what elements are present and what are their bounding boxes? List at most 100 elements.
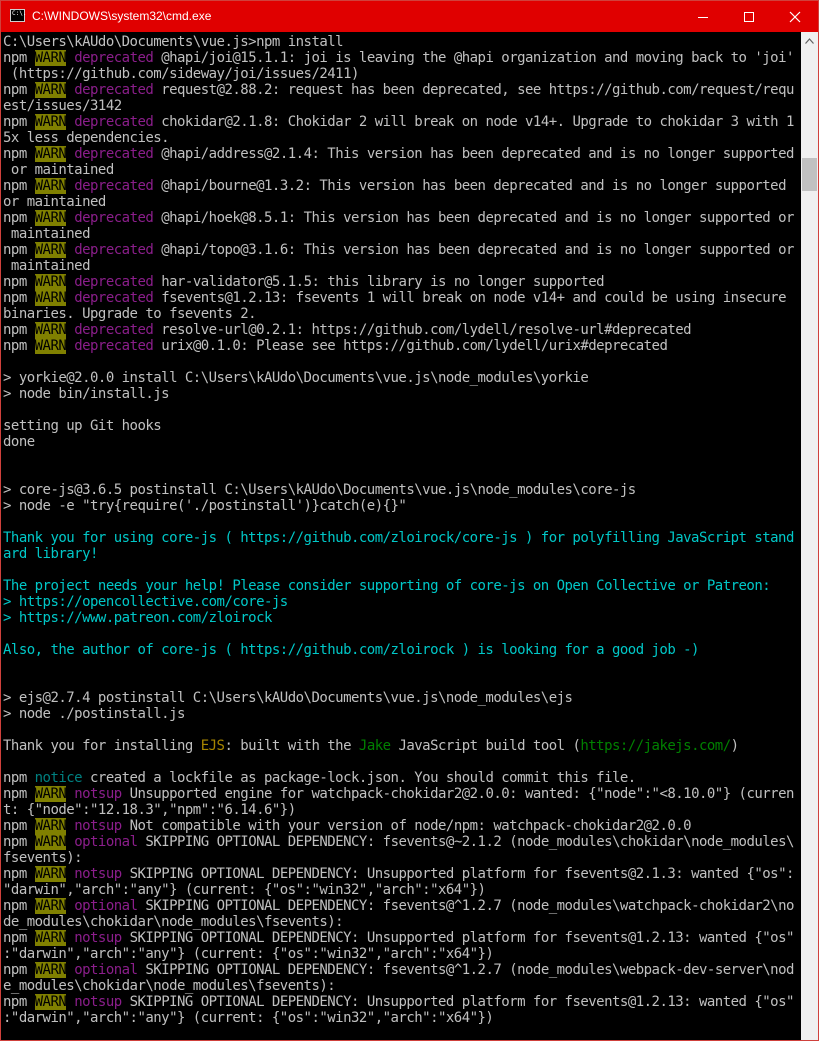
console-text: > node bin/install.js bbox=[3, 386, 170, 402]
console-text: > https://opencollective.com/core-js bbox=[3, 594, 288, 610]
console-line: npm WARN optional SKIPPING OPTIONAL DEPE… bbox=[3, 834, 794, 850]
warn-badge: WARN bbox=[34, 834, 67, 850]
console-text: maintained bbox=[3, 226, 91, 242]
console-text: @hapi/topo@3.1.6: This version has been … bbox=[153, 242, 794, 258]
console-line: npm WARN deprecated request@2.88.2: requ… bbox=[3, 82, 794, 98]
warn-badge: WARN bbox=[34, 338, 67, 354]
console-line: setting up Git hooks bbox=[3, 418, 162, 434]
console-line: npm WARN optional SKIPPING OPTIONAL DEPE… bbox=[3, 898, 794, 914]
console-text: fsevents): bbox=[3, 850, 83, 866]
scroll-up-button[interactable] bbox=[801, 32, 818, 49]
console-text: deprecated bbox=[74, 242, 154, 258]
maximize-button[interactable] bbox=[726, 1, 772, 32]
console-text: EJS bbox=[200, 738, 225, 754]
console-line: t: {"node":"12.18.3","npm":"6.14.6"}) bbox=[3, 802, 296, 818]
console-text: deprecated bbox=[74, 50, 154, 66]
console-text: deprecated bbox=[74, 146, 154, 162]
vertical-scrollbar[interactable] bbox=[801, 32, 818, 1040]
console-text: chokidar@2.1.8: Chokidar 2 will break on… bbox=[153, 114, 794, 130]
console-line: npm WARN notsup SKIPPING OPTIONAL DEPEND… bbox=[3, 930, 794, 946]
console-text: Also, the author of core-js ( https://gi… bbox=[3, 642, 699, 658]
console-text: Thank you for installing bbox=[3, 738, 201, 754]
close-button[interactable] bbox=[772, 1, 818, 32]
console-line: npm WARN notsup SKIPPING OPTIONAL DEPEND… bbox=[3, 866, 794, 882]
console-text: > core-js@3.6.5 postinstall C:\Users\kAU… bbox=[3, 482, 636, 498]
warn-badge: WARN bbox=[34, 818, 67, 834]
console-text: binaries. Upgrade to fsevents 2. bbox=[3, 306, 257, 322]
warn-badge: WARN bbox=[34, 242, 67, 258]
console-line: Thank you for installing EJS: built with… bbox=[3, 738, 739, 754]
console-text: npm bbox=[3, 786, 35, 802]
minimize-button[interactable] bbox=[680, 1, 726, 32]
console-line: or maintained bbox=[3, 194, 106, 210]
console-line: :"darwin","arch":"any"} (current: {"os":… bbox=[3, 946, 494, 962]
console-text: npm bbox=[3, 50, 35, 66]
console-text: notsup bbox=[74, 866, 122, 882]
console-text: @hapi/address@2.1.4: This version has be… bbox=[153, 146, 794, 162]
console-text: notsup bbox=[74, 994, 122, 1010]
console-text: (https://github.com/sideway/joi/issues/2… bbox=[3, 66, 360, 82]
console-line: binaries. Upgrade to fsevents 2. bbox=[3, 306, 257, 322]
console-text: > yorkie@2.0.0 install C:\Users\kAUdo\Do… bbox=[3, 370, 589, 386]
console-line: npm WARN notsup SKIPPING OPTIONAL DEPEND… bbox=[3, 994, 794, 1010]
console-text: Thank you for using core-js ( https://gi… bbox=[3, 530, 794, 546]
console-text: > https://www.patreon.com/zloirock bbox=[3, 610, 272, 626]
warn-badge: WARN bbox=[34, 178, 67, 194]
console-text: SKIPPING OPTIONAL DEPENDENCY: Unsupporte… bbox=[121, 994, 795, 1010]
window-title: C:\WINDOWS\system32\cmd.exe bbox=[32, 9, 212, 23]
console-text: SKIPPING OPTIONAL DEPENDENCY: fsevents@^… bbox=[137, 898, 794, 914]
console-text: npm bbox=[3, 834, 35, 850]
console-line: maintained bbox=[3, 226, 91, 242]
title-bar[interactable]: C:\. C:\WINDOWS\system32\cmd.exe bbox=[1, 1, 818, 32]
scroll-thumb[interactable] bbox=[802, 158, 817, 191]
console-text: or maintained bbox=[3, 194, 106, 210]
console-text: request@2.88.2: request has been depreca… bbox=[153, 82, 794, 98]
console-text: deprecated bbox=[74, 322, 154, 338]
console-output[interactable]: C:\Users\kAUdo\Documents\vue.js>npm inst… bbox=[1, 32, 801, 1040]
chevron-up-icon bbox=[805, 37, 814, 44]
console-text: setting up Git hooks bbox=[3, 418, 162, 434]
console-text: SKIPPING OPTIONAL DEPENDENCY: fsevents@~… bbox=[137, 834, 794, 850]
console-text: JavaScript build tool ( bbox=[390, 738, 581, 754]
console-line: npm WARN optional SKIPPING OPTIONAL DEPE… bbox=[3, 962, 794, 978]
console-line: "darwin","arch":"any"} (current: {"os":"… bbox=[3, 882, 486, 898]
console-line: npm WARN deprecated @hapi/hoek@8.5.1: Th… bbox=[3, 210, 794, 226]
console-text: npm bbox=[3, 898, 35, 914]
console-text: Not compatible with your version of node… bbox=[121, 818, 692, 834]
console-text: npm bbox=[3, 322, 35, 338]
console-line: > yorkie@2.0.0 install C:\Users\kAUdo\Do… bbox=[3, 370, 589, 386]
console-line: maintained bbox=[3, 258, 91, 274]
warn-badge: WARN bbox=[34, 274, 67, 290]
console-text: deprecated bbox=[74, 210, 154, 226]
warn-badge: WARN bbox=[34, 146, 67, 162]
console-line: npm notice created a lockfile as package… bbox=[3, 770, 636, 786]
console-line: npm WARN deprecated har-validator@5.1.5:… bbox=[3, 274, 605, 290]
console-text: > ejs@2.7.4 postinstall C:\Users\kAUdo\D… bbox=[3, 690, 573, 706]
console-text: 5x less dependencies. bbox=[3, 130, 170, 146]
console-line: :"darwin","arch":"any"} (current: {"os":… bbox=[3, 1010, 494, 1026]
warn-badge: WARN bbox=[34, 994, 67, 1010]
console-line: > ejs@2.7.4 postinstall C:\Users\kAUdo\D… bbox=[3, 690, 573, 706]
console-text: urix@0.1.0: Please see https://github.co… bbox=[153, 338, 668, 354]
console-text: resolve-url@0.2.1: https://github.com/ly… bbox=[153, 322, 692, 338]
close-icon bbox=[789, 11, 801, 22]
console-text: optional bbox=[74, 834, 138, 850]
warn-badge: WARN bbox=[34, 962, 67, 978]
console-line: or maintained bbox=[3, 162, 114, 178]
console-text: deprecated bbox=[74, 114, 154, 130]
console-text: npm bbox=[3, 210, 35, 226]
console-line: C:\Users\kAUdo\Documents\vue.js>npm inst… bbox=[3, 34, 344, 50]
console-text: npm bbox=[3, 290, 35, 306]
console-text: deprecated bbox=[74, 290, 154, 306]
console-text: SKIPPING OPTIONAL DEPENDENCY: fsevents@^… bbox=[137, 962, 794, 978]
console-line: Thank you for using core-js ( https://gi… bbox=[3, 530, 794, 546]
console-text: The project needs your help! Please cons… bbox=[3, 578, 771, 594]
